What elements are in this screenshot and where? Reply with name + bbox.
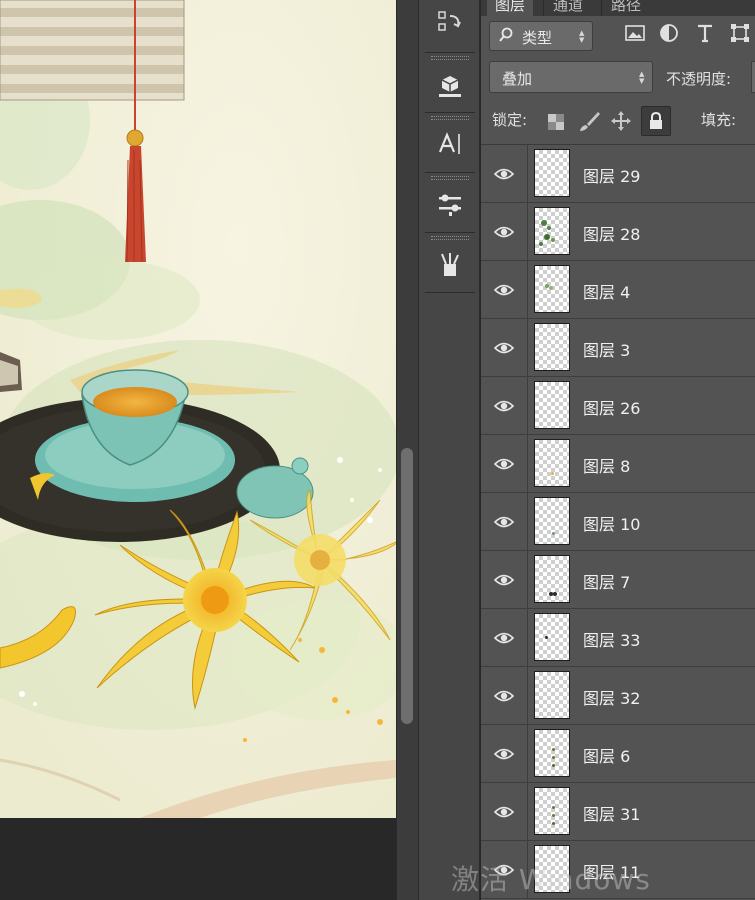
layer-thumbnail[interactable] [534, 207, 570, 255]
visibility-eye-icon[interactable] [481, 435, 528, 492]
visibility-eye-icon[interactable] [481, 783, 528, 840]
character-panel-block [425, 116, 475, 172]
layer-thumbnail[interactable] [534, 497, 570, 545]
document-canvas-area[interactable] [0, 0, 418, 900]
layer-thumbnail[interactable] [534, 381, 570, 429]
lock-brush-icon[interactable] [578, 110, 600, 132]
layer-row[interactable]: 图层 8 [481, 435, 755, 493]
photoshop-window: 图层 通道 路径 类型 ▲ ▼ 叠加 ▲ ▼ 不透明度: 锁定: 填充: 图层 … [0, 0, 755, 900]
adjust-icon[interactable] [432, 186, 468, 222]
lock-label: 锁定: [492, 111, 528, 129]
lock-all-icon[interactable] [641, 106, 671, 136]
filter-kind-label: 类型 [522, 29, 553, 47]
layer-name[interactable]: 图层 10 [583, 511, 640, 535]
tab-layers[interactable]: 图层 [487, 0, 534, 16]
layer-name[interactable]: 图层 3 [583, 337, 630, 361]
visibility-eye-icon[interactable] [481, 725, 528, 782]
layer-thumbnail[interactable] [534, 555, 570, 603]
layer-row[interactable]: 图层 4 [481, 261, 755, 319]
blend-mode-dropdown[interactable]: 叠加 ▲ ▼ [489, 61, 653, 93]
layer-thumbnail[interactable] [534, 439, 570, 487]
visibility-eye-icon[interactable] [481, 319, 528, 376]
layer-row[interactable]: 图层 3 [481, 319, 755, 377]
panel-tab-bar: 图层 通道 路径 [481, 0, 755, 16]
type-filter-icon[interactable] [692, 20, 718, 46]
layer-thumbnail[interactable] [534, 323, 570, 371]
layer-row[interactable]: 图层 6 [481, 725, 755, 783]
layer-name[interactable]: 图层 26 [583, 395, 640, 419]
layer-thumbnail[interactable] [534, 265, 570, 313]
scrollbar-thumb[interactable] [401, 448, 413, 724]
opacity-label: 不透明度: [666, 70, 732, 88]
layer-row[interactable]: 图层 32 [481, 667, 755, 725]
opacity-field[interactable] [751, 61, 755, 93]
dropdown-arrows-icon: ▲ ▼ [579, 29, 585, 44]
layer-name[interactable]: 图层 6 [583, 743, 630, 767]
dropdown-arrows-icon: ▲ ▼ [639, 70, 645, 85]
tab-paths[interactable]: 路径 [603, 0, 649, 16]
layer-thumbnail[interactable] [534, 671, 570, 719]
brush-presets-panel-block [425, 236, 475, 292]
layer-thumbnail[interactable] [534, 613, 570, 661]
visibility-eye-icon[interactable] [481, 493, 528, 550]
layer-name[interactable]: 图层 32 [583, 685, 640, 709]
layer-row[interactable]: 图层 26 [481, 377, 755, 435]
canvas-vertical-scrollbar[interactable] [396, 0, 418, 900]
layer-row[interactable]: 图层 7 [481, 551, 755, 609]
magnifier-icon [498, 25, 514, 49]
brush-presets-icon[interactable] [432, 246, 468, 282]
layer-row[interactable]: 图层 33 [481, 609, 755, 667]
layer-name[interactable]: 图层 29 [583, 163, 640, 187]
layer-row[interactable]: 图层 31 [481, 783, 755, 841]
layer-name[interactable]: 图层 4 [583, 279, 630, 303]
artwork-canvas[interactable] [0, 0, 396, 818]
artwork-illustration [0, 0, 396, 818]
image-filter-icon[interactable] [622, 20, 648, 46]
history-panel-block [425, 0, 475, 56]
tab-channels[interactable]: 通道 [545, 0, 591, 16]
layer-name[interactable]: 图层 33 [583, 627, 640, 651]
layer-thumbnail[interactable] [534, 149, 570, 197]
visibility-eye-icon[interactable] [481, 667, 528, 724]
blend-mode-row: 叠加 ▲ ▼ 不透明度: [481, 58, 755, 100]
layer-thumbnail[interactable] [534, 729, 570, 777]
layer-name[interactable]: 图层 7 [583, 569, 630, 593]
layer-row[interactable]: 图层 29 [481, 145, 755, 203]
layer-name[interactable]: 图层 8 [583, 453, 630, 477]
layer-row[interactable]: 图层 10 [481, 493, 755, 551]
layer-row[interactable]: 图层 28 [481, 203, 755, 261]
activate-windows-watermark: 激活 Windows [451, 863, 651, 896]
visibility-eye-icon[interactable] [481, 145, 528, 202]
layer-filter-row: 类型 ▲ ▼ [481, 16, 755, 58]
visibility-eye-icon[interactable] [481, 203, 528, 260]
lock-transparent-icon[interactable] [545, 111, 567, 133]
layer-thumbnail[interactable] [534, 787, 570, 835]
history-icon[interactable] [432, 4, 468, 40]
visibility-eye-icon[interactable] [481, 261, 528, 318]
layer-name[interactable]: 图层 31 [583, 801, 640, 825]
character-icon[interactable] [432, 126, 468, 162]
3d-icon[interactable] [432, 66, 468, 102]
adjustment-filter-icon[interactable] [656, 20, 682, 46]
3d-panel-block [425, 56, 475, 112]
visibility-eye-icon[interactable] [481, 609, 528, 666]
filter-kind-dropdown[interactable]: 类型 ▲ ▼ [489, 21, 593, 51]
collapsed-panel-strip [418, 0, 480, 900]
layer-name[interactable]: 图层 28 [583, 221, 640, 245]
lock-move-icon[interactable] [610, 110, 632, 132]
fill-label: 填充: [701, 111, 737, 129]
shape-filter-icon[interactable] [727, 20, 753, 46]
layers-panel: 图层 通道 路径 类型 ▲ ▼ 叠加 ▲ ▼ 不透明度: 锁定: 填充: 图层 … [481, 0, 755, 900]
adjust-panel-block [425, 176, 475, 232]
visibility-eye-icon[interactable] [481, 551, 528, 608]
visibility-eye-icon[interactable] [481, 377, 528, 434]
lock-row: 锁定: 填充: [481, 100, 755, 144]
layer-list[interactable]: 图层 29 图层 28 图层 4 图层 3 图层 26 图层 8 图层 10 图层 7 图层 3… [481, 144, 755, 900]
blend-mode-value: 叠加 [502, 70, 533, 88]
